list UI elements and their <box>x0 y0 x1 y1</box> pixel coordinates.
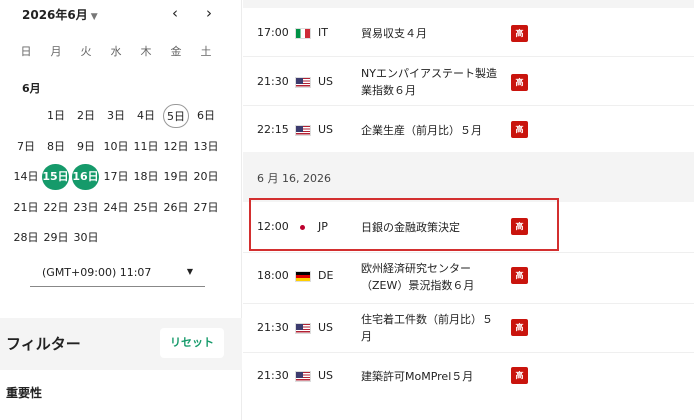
importance-badge: 高 <box>511 367 528 384</box>
calendar-day[interactable]: 21日 <box>11 196 41 220</box>
weekday-label: 水 <box>110 45 122 58</box>
calendar-panel: 2026年6月 ▼ ‹ › 日 月 火 水 木 金 土 6月 1日 2日 3日 4日 5日… <box>0 0 242 420</box>
event-name: 企業生産（前月比）５月 <box>361 124 482 137</box>
weekday-label: 月 <box>50 45 62 58</box>
event-time: 21:30 <box>257 369 289 382</box>
calendar-day[interactable]: 25日 <box>131 196 161 220</box>
calendar-day[interactable]: 29日 <box>41 226 71 250</box>
weekday-label: 木 <box>140 45 152 58</box>
event-time: 22:15 <box>257 123 289 136</box>
event-name: 貿易収支４月 <box>361 27 427 40</box>
calendar-day[interactable]: 3日 <box>101 104 131 128</box>
weekday-label: 土 <box>200 45 212 58</box>
weekday-label: 火 <box>80 45 92 58</box>
calendar-day[interactable]: 13日 <box>191 135 221 159</box>
event-list: 17:00 IT 貿易収支４月 高 21:30 US NYエンパイアステート製造… <box>243 0 694 420</box>
reset-button[interactable]: リセット <box>160 328 224 358</box>
weekday-header: 日 月 火 水 木 金 土 <box>11 43 235 59</box>
importance-badge: 高 <box>511 121 528 138</box>
us-flag-icon <box>295 77 311 88</box>
importance-badge: 高 <box>511 74 528 91</box>
timezone-select[interactable]: (GMT+09:00) 11:07 ▼ <box>30 262 205 287</box>
calendar-day[interactable]: 16日 <box>72 164 99 190</box>
event-row[interactable]: 17:00 IT 貿易収支４月 高 <box>243 8 694 56</box>
event-country: DE <box>318 269 334 282</box>
calendar-day[interactable]: 19日 <box>161 165 191 189</box>
event-time: 18:00 <box>257 269 289 282</box>
event-time: 17:00 <box>257 26 289 39</box>
calendar-day[interactable]: 30日 <box>71 226 101 250</box>
chevron-right-icon: › <box>206 4 212 22</box>
event-name: NYエンパイアステート製造業指数６月 <box>361 67 497 97</box>
calendar-day[interactable]: 8日 <box>41 135 71 159</box>
calendar-day[interactable]: 18日 <box>131 165 161 189</box>
importance-badge: 高 <box>511 25 528 42</box>
calendar-day[interactable]: 5日 <box>163 104 189 128</box>
top-divider <box>243 0 694 8</box>
calendar-day[interactable]: 24日 <box>101 196 131 220</box>
calendar-day[interactable]: 2日 <box>71 104 101 128</box>
importance-filter-label: 重要性 <box>6 386 43 400</box>
month-label: 6月 <box>22 82 41 95</box>
calendar-day[interactable]: 1日 <box>41 104 71 128</box>
calendar-day[interactable]: 17日 <box>101 165 131 189</box>
event-country: US <box>318 123 334 136</box>
month-dropdown[interactable]: 2026年6月 ▼ <box>22 6 98 23</box>
date-separator: 6 月 16, 2026 <box>243 152 694 202</box>
us-flag-icon <box>295 125 311 136</box>
event-name: 建築許可MoMPrel５月 <box>361 370 474 383</box>
filter-title: フィルター <box>6 335 81 353</box>
calendar-day[interactable]: 23日 <box>71 196 101 220</box>
event-row[interactable]: 21:30 US 住宅着工件数（前月比）５月 高 <box>243 304 694 352</box>
event-country: US <box>318 321 334 334</box>
event-row[interactable]: 21:30 US 建築許可MoMPrel５月 高 <box>243 353 694 399</box>
caret-down-icon: ▼ <box>186 267 193 276</box>
event-name: 住宅着工件数（前月比）５月 <box>361 313 493 343</box>
us-flag-icon <box>295 323 311 334</box>
event-row[interactable]: 21:30 US NYエンパイアステート製造業指数６月 高 <box>243 57 694 105</box>
calendar-day[interactable]: 12日 <box>161 135 191 159</box>
calendar-day[interactable]: 22日 <box>41 196 71 220</box>
germany-flag-icon <box>295 271 311 282</box>
calendar-day[interactable]: 26日 <box>161 196 191 220</box>
calendar-day[interactable]: 6日 <box>191 104 221 128</box>
month-title: 2026年6月 <box>22 8 88 22</box>
prev-month-button[interactable]: ‹ <box>166 4 184 22</box>
event-country: US <box>318 369 334 382</box>
us-flag-icon <box>295 371 311 382</box>
calendar-day[interactable]: 27日 <box>191 196 221 220</box>
weekday-label: 金 <box>170 45 182 58</box>
importance-badge: 高 <box>511 319 528 336</box>
next-month-button[interactable]: › <box>200 4 218 22</box>
calendar-day[interactable]: 11日 <box>131 135 161 159</box>
event-row[interactable]: 22:15 US 企業生産（前月比）５月 高 <box>243 106 694 152</box>
calendar-day[interactable]: 20日 <box>191 165 221 189</box>
calendar-day[interactable]: 4日 <box>131 104 161 128</box>
calendar-day[interactable]: 15日 <box>42 164 69 190</box>
importance-badge: 高 <box>511 267 528 284</box>
event-time: 21:30 <box>257 75 289 88</box>
highlight-box <box>249 198 559 251</box>
chevron-left-icon: ‹ <box>172 4 178 22</box>
caret-down-icon: ▼ <box>90 12 98 22</box>
filter-header: フィルター リセット <box>0 318 242 370</box>
italy-flag-icon <box>295 28 311 39</box>
event-country: IT <box>318 26 328 39</box>
weekday-label: 日 <box>20 45 32 58</box>
calendar-day[interactable]: 9日 <box>71 135 101 159</box>
calendar-day[interactable]: 10日 <box>101 135 131 159</box>
event-name: 欧州経済研究センター（ZEW）景況指数６月 <box>361 262 475 292</box>
date-separator-label: 6 月 16, 2026 <box>257 172 331 185</box>
event-country: US <box>318 75 334 88</box>
calendar-day[interactable]: 7日 <box>11 135 41 159</box>
event-row[interactable]: 18:00 DE 欧州経済研究センター（ZEW）景況指数６月 高 <box>243 253 694 303</box>
event-time: 21:30 <box>257 321 289 334</box>
calendar-day[interactable]: 28日 <box>11 226 41 250</box>
calendar-day[interactable]: 14日 <box>11 165 41 189</box>
timezone-value: (GMT+09:00) 11:07 <box>42 266 152 279</box>
